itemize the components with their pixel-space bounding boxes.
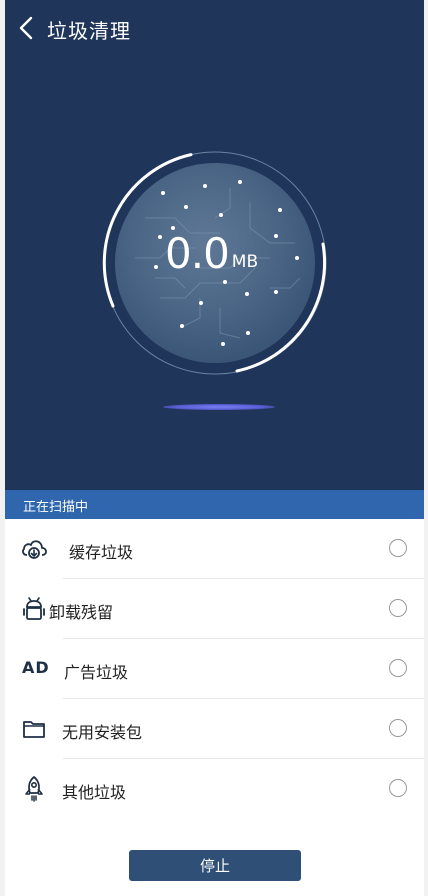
android-icon [23,597,45,620]
category-label-uninstall: 卸载残留 [49,603,114,622]
junk-size-unit: MB [231,252,259,272]
category-label-apk: 无用安装包 [62,723,143,742]
category-radio-apk[interactable] [389,719,407,737]
scan-status-bar: 正在扫描中 [5,490,424,519]
category-row-uninstall[interactable]: 卸载残留 [5,579,424,639]
category-radio-other[interactable] [389,779,407,797]
category-radio-uninstall[interactable] [389,599,407,617]
category-row-ads[interactable]: AD 广告垃圾 [5,639,424,699]
category-row-cache[interactable]: 缓存垃圾 [5,519,424,579]
back-arrow-icon[interactable] [17,16,35,40]
category-label-other: 其他垃圾 [62,783,127,802]
category-row-apk[interactable]: 无用安装包 [5,699,424,759]
category-row-other[interactable]: 其他垃圾 [5,759,424,819]
scan-status-text: 正在扫描中 [23,500,89,515]
category-label-cache: 缓存垃圾 [69,543,134,562]
junk-size: 0.0 MB [165,232,258,276]
category-label-ads: 广告垃圾 [64,663,129,682]
category-radio-cache[interactable] [389,539,407,557]
category-radio-ads[interactable] [389,659,407,677]
junk-size-value: 0.0 [165,229,230,278]
stop-button[interactable]: 停止 [129,850,301,881]
cloud-download-icon [22,540,47,559]
scan-hero: 垃圾清理 0.0 MB [5,0,424,490]
folder-icon [23,721,45,738]
rocket-icon [25,776,43,802]
ad-icon: AD [22,658,50,677]
page-title: 垃圾清理 [47,19,131,43]
gauge-shadow-glow [163,404,275,410]
top-nav: 垃圾清理 [5,0,424,58]
right-frame [424,0,428,896]
